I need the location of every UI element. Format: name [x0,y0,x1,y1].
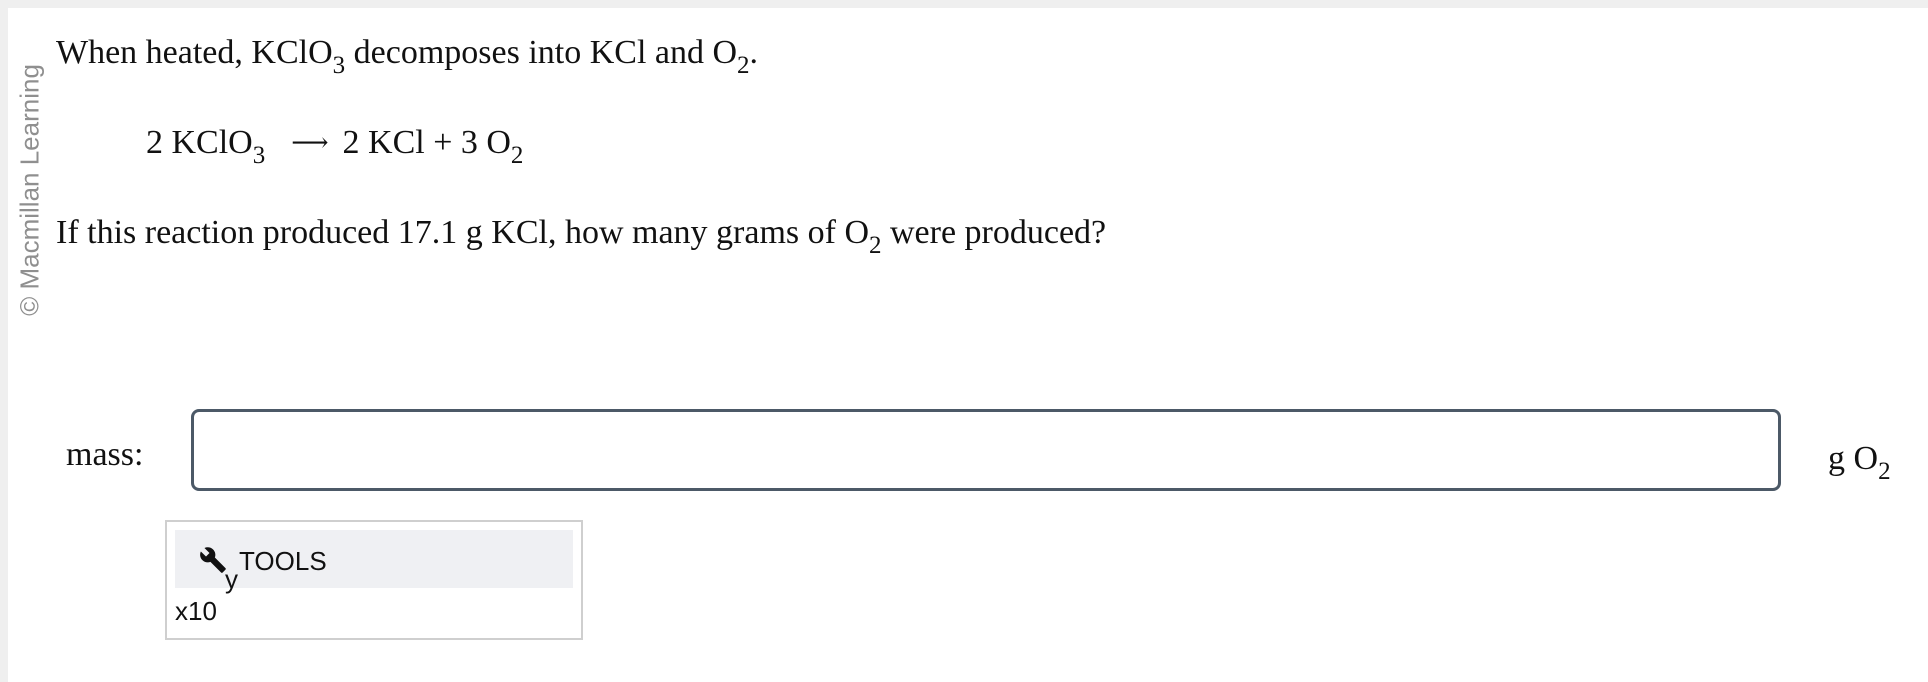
copyright-notice: © Macmillan Learning [14,64,45,316]
intro-subscript-1: 3 [332,52,346,79]
equation-products: 2 KCl + 3 O [342,124,511,161]
prompt-subscript: 2 [869,232,882,259]
equation-reactant: 2 KClO [146,124,253,161]
intro-text-3: . [749,34,759,71]
unit-label: g O2 [1828,440,1891,484]
equation-reactant-subscript: 3 [252,142,266,169]
prompt-text-2: were produced? [881,214,1107,251]
mass-label: mass: [66,436,144,473]
prompt-text-1: If this reaction produced 17.1 g KCl, ho… [56,214,869,251]
intro-text-2: decomposes into KCl and O [345,34,738,71]
equation-products-subscript: 2 [510,142,524,169]
left-border [0,0,8,682]
unit-subscript: 2 [1878,458,1891,485]
top-border [0,0,1928,8]
question-intro: When heated, KClO3 decomposes into KCl a… [56,34,759,78]
reaction-arrow: ⟶ [291,128,329,157]
tools-panel: y TOOLS x10 [165,520,583,640]
tools-button[interactable]: y TOOLS [175,530,573,594]
mass-input[interactable] [191,409,1781,491]
chemical-equation: 2 KClO3 ⟶ 2 KCl + 3 O2 [146,124,523,168]
wrench-icon [200,547,226,573]
tools-subscript: y [225,564,238,594]
question-prompt: If this reaction produced 17.1 g KCl, ho… [56,214,1107,258]
intro-subscript-2: 2 [737,52,750,79]
intro-text-1: When heated, KClO [56,34,333,71]
scientific-notation-button[interactable]: x10 [175,596,217,627]
unit-text: g O [1828,440,1879,477]
tools-label: TOOLS [239,546,327,576]
